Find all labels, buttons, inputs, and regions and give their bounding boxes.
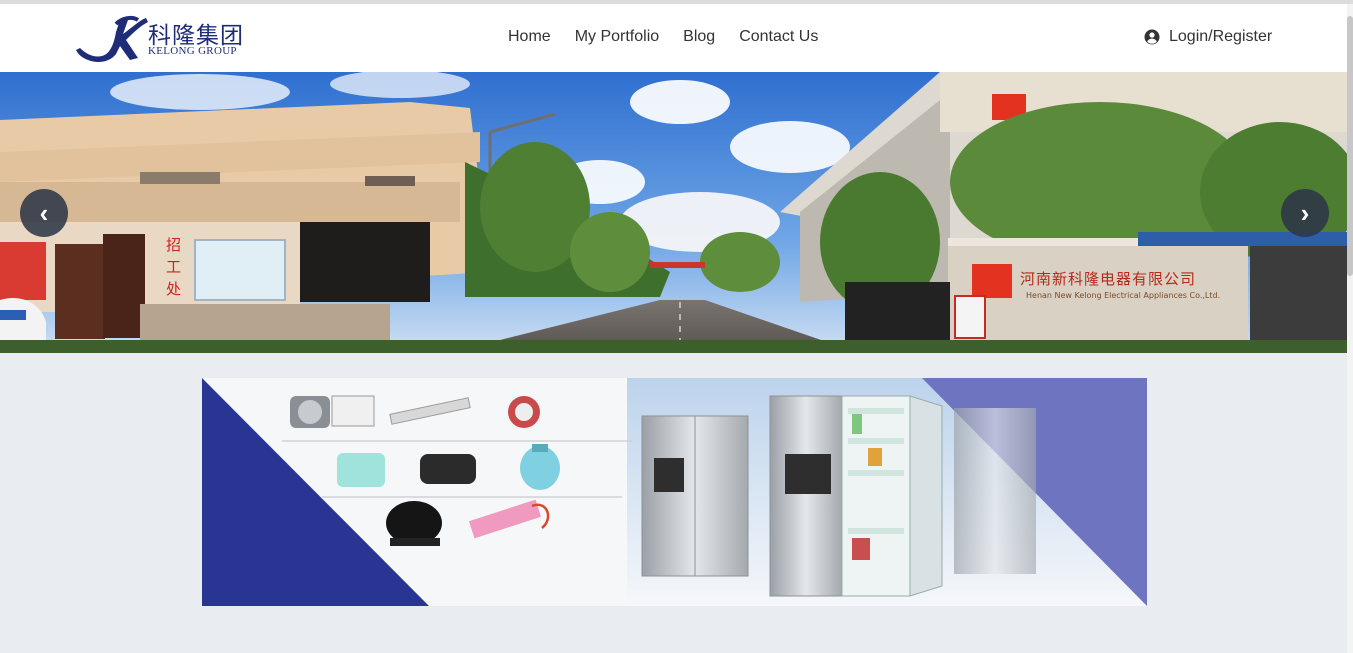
fridge-door-icon bbox=[909, 395, 943, 597]
nav-home[interactable]: Home bbox=[496, 28, 563, 46]
product-board-icon bbox=[331, 395, 375, 427]
chevron-left-icon: ‹ bbox=[39, 198, 49, 228]
product-thermostat-icon bbox=[420, 454, 476, 484]
main-nav: Home My Portfolio Blog Contact Us bbox=[496, 28, 830, 46]
fridge-main-icon bbox=[769, 395, 843, 597]
company-sign-en: Henan New Kelong Electrical Appliances C… bbox=[1026, 291, 1220, 300]
chevron-right-icon: › bbox=[1300, 198, 1310, 228]
product-switch-icon bbox=[337, 453, 385, 487]
brand-logo[interactable]: 科隆集团 KELONG GROUP bbox=[76, 14, 246, 64]
login-register-label: Login/Register bbox=[1169, 28, 1273, 45]
user-circle-icon bbox=[1144, 29, 1160, 45]
fridge-right-icon bbox=[954, 408, 1036, 574]
fridge-open-icon bbox=[841, 395, 911, 597]
nav-my-portfolio[interactable]: My Portfolio bbox=[563, 28, 671, 46]
kelong-logo-icon bbox=[76, 15, 148, 62]
product-banner bbox=[202, 378, 1147, 606]
product-motor-icon bbox=[508, 396, 540, 428]
nav-contact-us[interactable]: Contact Us bbox=[727, 28, 830, 46]
nav-blog[interactable]: Blog bbox=[671, 28, 727, 46]
company-sign-cn: 河南新科隆电器有限公司 bbox=[1020, 270, 1196, 288]
login-register-link[interactable]: Login/Register bbox=[1144, 28, 1272, 46]
carousel-next-button[interactable]: › bbox=[1281, 189, 1329, 237]
recruit-sign-1: 招 bbox=[166, 236, 181, 254]
product-banner-image bbox=[202, 378, 1147, 606]
page-scrollbar-thumb[interactable] bbox=[1347, 16, 1353, 276]
site-header: 科隆集团 KELONG GROUP Home My Portfolio Blog… bbox=[0, 4, 1353, 72]
brand-name-en: KELONG GROUP bbox=[148, 45, 237, 57]
product-compressor-icon bbox=[386, 501, 442, 546]
factory-gate-photo: 招 工 处 河南新科隆电器有限公司 Henan New Kelong Elect… bbox=[0, 72, 1350, 353]
hero-carousel: 招 工 处 河南新科隆电器有限公司 Henan New Kelong Elect… bbox=[0, 72, 1350, 353]
recruit-sign-2: 工 bbox=[166, 258, 181, 276]
carousel-prev-button[interactable]: ‹ bbox=[20, 189, 68, 237]
fridge-left-icon bbox=[641, 415, 749, 577]
recruit-sign-3: 处 bbox=[166, 280, 181, 298]
product-timer-icon bbox=[290, 396, 330, 428]
